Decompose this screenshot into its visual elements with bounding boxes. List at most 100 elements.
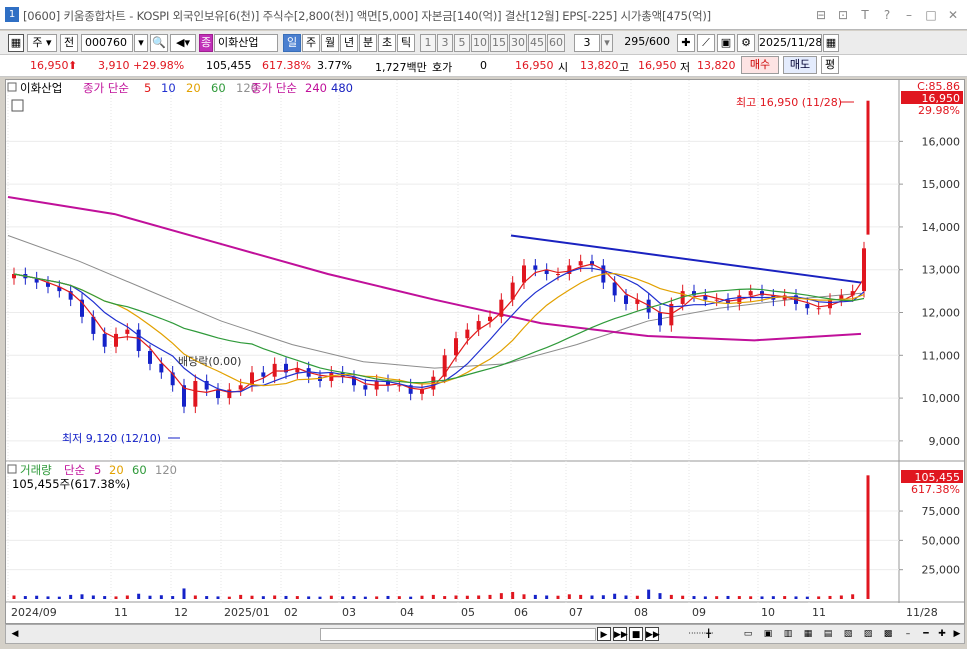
calendar-icon[interactable]: ▦ <box>823 34 839 52</box>
interval-button-5[interactable]: 5 <box>454 34 470 52</box>
maximize-icon[interactable]: □ <box>923 7 939 23</box>
x-tick-label: 2024/09 <box>11 606 57 619</box>
scroll-right-icon[interactable]: ▶ <box>950 627 964 641</box>
period-tab-6[interactable]: 틱 <box>397 34 415 52</box>
view-icon-4[interactable]: ▦ <box>801 627 815 641</box>
minimize-icon[interactable]: – <box>901 7 917 23</box>
view-icon-1[interactable]: ▭ <box>741 627 755 641</box>
candle-body <box>816 308 821 310</box>
volume-bar <box>23 596 27 599</box>
save-icon[interactable]: ▣ <box>717 34 735 52</box>
volume-legend-ma-5: 5 <box>94 463 101 477</box>
date-input[interactable]: 2025/11/28 <box>758 34 822 52</box>
dividend-annotation: 배당락(0.00) <box>178 355 241 368</box>
interval-select[interactable]: 3 <box>574 34 600 52</box>
sell-button[interactable]: 매도 <box>783 56 817 74</box>
volume-bar <box>522 594 526 599</box>
price-legend-ma-240: 240 <box>305 81 327 95</box>
period-tab-5[interactable]: 초 <box>378 34 396 52</box>
x-tick-label: 07 <box>569 606 583 619</box>
interval-button-3[interactable]: 3 <box>437 34 453 52</box>
x-tick-label: 10 <box>761 606 775 619</box>
volume-bar <box>148 595 152 599</box>
trade-icon[interactable]: ✚ <box>677 34 695 52</box>
trade-amount: 1,727백만 <box>375 61 427 74</box>
chart-area[interactable]: 2024/09 11 12 2025/01 02 03 04 05 06 07 08 09 10 11 11… <box>5 79 965 624</box>
interval-button-15[interactable]: 15 <box>490 34 508 52</box>
volume-bar <box>137 593 141 599</box>
view-icon-7[interactable]: ▨ <box>861 627 875 641</box>
view-icon-2[interactable]: ▣ <box>761 627 775 641</box>
volume-bar <box>171 596 175 599</box>
next-icon[interactable]: ▶▶ <box>613 627 628 641</box>
volume-legend-ma-120: 120 <box>155 463 177 477</box>
code-dropdown-icon[interactable]: ▾ <box>134 34 148 52</box>
eval-button[interactable]: 평 <box>821 56 839 74</box>
x-tick-label: 09 <box>692 606 706 619</box>
interval-button-1[interactable]: 1 <box>420 34 436 52</box>
period-tab-3[interactable]: 년 <box>340 34 358 52</box>
settings-icon[interactable]: ⚙ <box>737 34 755 52</box>
zoom-slider[interactable]: ·······╋· <box>666 627 736 641</box>
price-legend-ma-5: 5 <box>144 81 151 95</box>
stop-icon[interactable]: ■ <box>629 627 643 641</box>
period-tab-2[interactable]: 월 <box>321 34 339 52</box>
type-select[interactable]: 주 ▾ <box>27 34 57 52</box>
view-icon-6[interactable]: ▧ <box>841 627 855 641</box>
minus-icon[interactable]: ━ <box>919 627 933 641</box>
play-icon[interactable]: ▶ <box>597 627 611 641</box>
price-tick-label: 14,000 <box>922 221 961 234</box>
x-tick-label: 04 <box>400 606 414 619</box>
candle-body <box>261 372 266 377</box>
volume-bar <box>273 595 277 599</box>
volume-bar <box>692 596 696 599</box>
interval-button-30[interactable]: 30 <box>509 34 527 52</box>
candle-body <box>136 329 141 352</box>
volume-bar <box>329 595 333 599</box>
candle-body <box>363 385 368 390</box>
period-tab-1[interactable]: 주 <box>302 34 320 52</box>
chart-scrollbar[interactable]: ◀ ▶ ▶▶ ■ ▶▶ ·······╋· ▭ ▣ ▥ ▦ ▤ ▧ ▨ ▩ – … <box>5 624 965 644</box>
candle-body <box>420 389 424 394</box>
x-tick-label: 06 <box>514 606 528 619</box>
search-icon[interactable]: 🔍 <box>150 34 168 52</box>
high-label: 고 <box>619 61 630 74</box>
buy-button[interactable]: 매수 <box>741 56 779 74</box>
interval-button-45[interactable]: 45 <box>528 34 546 52</box>
zoom-out-icon[interactable]: – <box>901 627 915 641</box>
tile-window-icon[interactable]: ⊡ <box>835 7 851 23</box>
scroll-thumb[interactable] <box>320 628 596 641</box>
volume-bar <box>227 596 231 599</box>
price-legend-ma-label: 종가 단순 <box>83 81 129 95</box>
interval-button-10[interactable]: 10 <box>471 34 489 52</box>
interval-button-60[interactable]: 60 <box>547 34 565 52</box>
stock-chart[interactable]: 2024/09 11 12 2025/01 02 03 04 05 06 07 08 09 10 11 11… <box>6 80 964 623</box>
scroll-left-icon[interactable]: ◀ <box>8 627 22 641</box>
period-tab-4[interactable]: 분 <box>359 34 377 52</box>
sound-icon[interactable]: ◀▾ <box>170 34 196 52</box>
draw-icon[interactable]: ⟋ <box>697 34 715 52</box>
volume-bar <box>624 595 628 599</box>
volume-bar <box>794 596 798 599</box>
split-window-icon[interactable]: ⊟ <box>813 7 829 23</box>
view-icon-5[interactable]: ▤ <box>821 627 835 641</box>
interval-dropdown-icon[interactable]: ▾ <box>601 34 613 52</box>
all-button[interactable]: 전 <box>60 34 78 52</box>
close-icon[interactable]: ✕ <box>945 7 961 23</box>
grid-icon[interactable]: ▦ <box>8 34 24 52</box>
stock-name[interactable]: 이화산업 <box>214 34 278 52</box>
fast-forward-icon[interactable]: ▶▶ <box>645 627 660 641</box>
zoom-in-icon[interactable]: ✚ <box>935 627 949 641</box>
count-display[interactable]: 295/600 <box>617 34 673 52</box>
volume-tick-label: 25,000 <box>922 564 961 577</box>
x-tick-label: 11 <box>812 606 826 619</box>
period-tab-0[interactable]: 일 <box>283 34 301 52</box>
candle-body <box>862 248 866 292</box>
stock-code-input[interactable]: 000760 <box>81 34 133 52</box>
view-icon-8[interactable]: ▩ <box>881 627 895 641</box>
volume-legend-box <box>7 464 17 474</box>
font-icon[interactable]: T <box>857 7 873 23</box>
hoga-label: 호가 <box>432 61 453 74</box>
view-icon-3[interactable]: ▥ <box>781 627 795 641</box>
help-icon[interactable]: ? <box>879 7 895 23</box>
